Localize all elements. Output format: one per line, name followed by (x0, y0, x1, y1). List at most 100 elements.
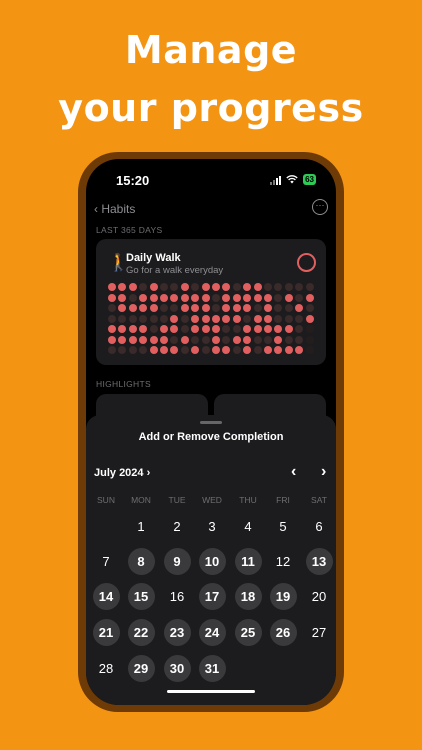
heatmap-cell (191, 304, 200, 312)
habit-heatmap (108, 283, 314, 359)
completion-ring-button[interactable] (297, 253, 316, 272)
calendar-day[interactable]: 6 (306, 513, 333, 540)
calendar-day[interactable]: 12 (270, 548, 297, 575)
status-icons: 63 (270, 174, 316, 185)
heatmap-cell (305, 293, 314, 302)
calendar-day[interactable]: 7 (93, 548, 120, 575)
habit-card[interactable]: 🚶 Daily Walk Go for a walk everyday (96, 239, 326, 365)
calendar-day[interactable]: 5 (270, 513, 297, 540)
heatmap-cell (128, 304, 137, 312)
battery-icon: 63 (303, 174, 316, 185)
heatmap-cell (253, 314, 262, 323)
heatmap-cell (149, 346, 158, 354)
heatmap-cell (139, 304, 148, 312)
weekday-tue: TUE (168, 495, 186, 505)
calendar-day[interactable]: 16 (164, 583, 191, 610)
calendar-day[interactable]: 17 (198, 583, 226, 610)
heatmap-cell (232, 325, 241, 333)
calendar-day[interactable]: 19 (269, 583, 297, 610)
heatmap-cell (108, 293, 116, 302)
calendar-day[interactable]: 14 (92, 583, 120, 610)
heatmap-cell (139, 314, 148, 323)
calendar-day[interactable]: 27 (306, 619, 333, 646)
heatmap-cell (128, 335, 137, 344)
headline-line-1: Manage (124, 28, 298, 72)
calendar-day[interactable]: 28 (93, 655, 120, 682)
heatmap-cell (232, 314, 241, 323)
calendar-day[interactable]: 30 (163, 655, 191, 682)
heatmap-cell (160, 293, 168, 302)
heatmap-cell (295, 293, 304, 302)
heatmap-cell (264, 283, 272, 291)
previous-month-button[interactable]: ‹ (291, 463, 296, 481)
heatmap-cell (128, 325, 137, 333)
habit-description: Go for a walk everyday (126, 265, 224, 276)
heatmap-cell (232, 335, 241, 344)
calendar-day[interactable]: 24 (198, 619, 226, 646)
calendar-day[interactable]: 21 (92, 619, 120, 646)
heatmap-cell (284, 283, 293, 291)
calendar-day[interactable]: 22 (127, 619, 155, 646)
heatmap-cell (149, 325, 158, 333)
heatmap-cell (191, 283, 200, 291)
heatmap-cell (243, 335, 252, 344)
weekday-sun: SUN (97, 495, 115, 505)
heatmap-cell (284, 304, 293, 312)
calendar-day[interactable]: 18 (234, 583, 262, 610)
calendar-day[interactable]: 4 (235, 513, 262, 540)
heatmap-cell (128, 314, 137, 323)
next-month-button[interactable]: › (321, 463, 326, 481)
ellipsis-circle-icon[interactable]: ⋯ (312, 199, 328, 215)
heatmap-cell (160, 283, 168, 291)
month-picker[interactable]: July 2024 › (94, 467, 150, 479)
calendar-day[interactable]: 25 (234, 619, 262, 646)
sheet-title: Add or Remove Completion (138, 431, 284, 443)
heatmap-cell (253, 335, 262, 344)
heatmap-cell (128, 293, 137, 302)
phone-screen: 15:20 63 ‹ Habits ⋯ LAST 365 DAYS 🚶 Dail… (86, 159, 336, 705)
calendar-day[interactable]: 3 (199, 513, 226, 540)
calendar-day[interactable]: 9 (163, 548, 191, 575)
heatmap-cell (284, 314, 293, 323)
wifi-icon (286, 175, 298, 184)
heatmap-cell (243, 346, 252, 354)
heatmap-cell (160, 304, 168, 312)
heatmap-cell (253, 325, 262, 333)
heatmap-cell (305, 335, 314, 344)
sheet-grabber[interactable] (200, 421, 222, 424)
heatmap-cell (108, 335, 116, 344)
heatmap-cell (284, 293, 293, 302)
heatmap-cell (274, 335, 283, 344)
heatmap-cell (201, 346, 210, 354)
weekday-fri: FRI (276, 495, 290, 505)
calendar-day[interactable]: 8 (127, 548, 155, 575)
calendar-day[interactable]: 20 (306, 583, 333, 610)
heatmap-cell (180, 335, 189, 344)
heatmap-cell (222, 283, 231, 291)
back-button[interactable]: ‹ Habits (94, 202, 135, 216)
heatmap-cell (264, 314, 272, 323)
heatmap-cell (128, 346, 137, 354)
calendar-day[interactable]: 23 (163, 619, 191, 646)
heatmap-cell (201, 314, 210, 323)
heatmap-cell (201, 293, 210, 302)
calendar-day[interactable]: 10 (198, 548, 226, 575)
heatmap-cell (222, 335, 231, 344)
heatmap-cell (139, 325, 148, 333)
heatmap-cell (201, 325, 210, 333)
calendar-day[interactable]: 31 (198, 655, 226, 682)
calendar-day[interactable]: 13 (305, 548, 333, 575)
calendar-day[interactable]: 15 (127, 583, 155, 610)
calendar-day[interactable]: 11 (234, 548, 262, 575)
heatmap-cell (191, 335, 200, 344)
calendar-day[interactable]: 29 (127, 655, 155, 682)
completion-sheet: Add or Remove Completion July 2024 › ‹ ›… (86, 415, 336, 705)
heatmap-cell (201, 304, 210, 312)
heatmap-cell (295, 304, 304, 312)
calendar-day[interactable]: 2 (164, 513, 191, 540)
heatmap-cell (222, 293, 231, 302)
calendar-day[interactable]: 26 (269, 619, 297, 646)
calendar-day[interactable]: 1 (128, 513, 155, 540)
heatmap-cell (149, 283, 158, 291)
heatmap-cell (264, 293, 272, 302)
